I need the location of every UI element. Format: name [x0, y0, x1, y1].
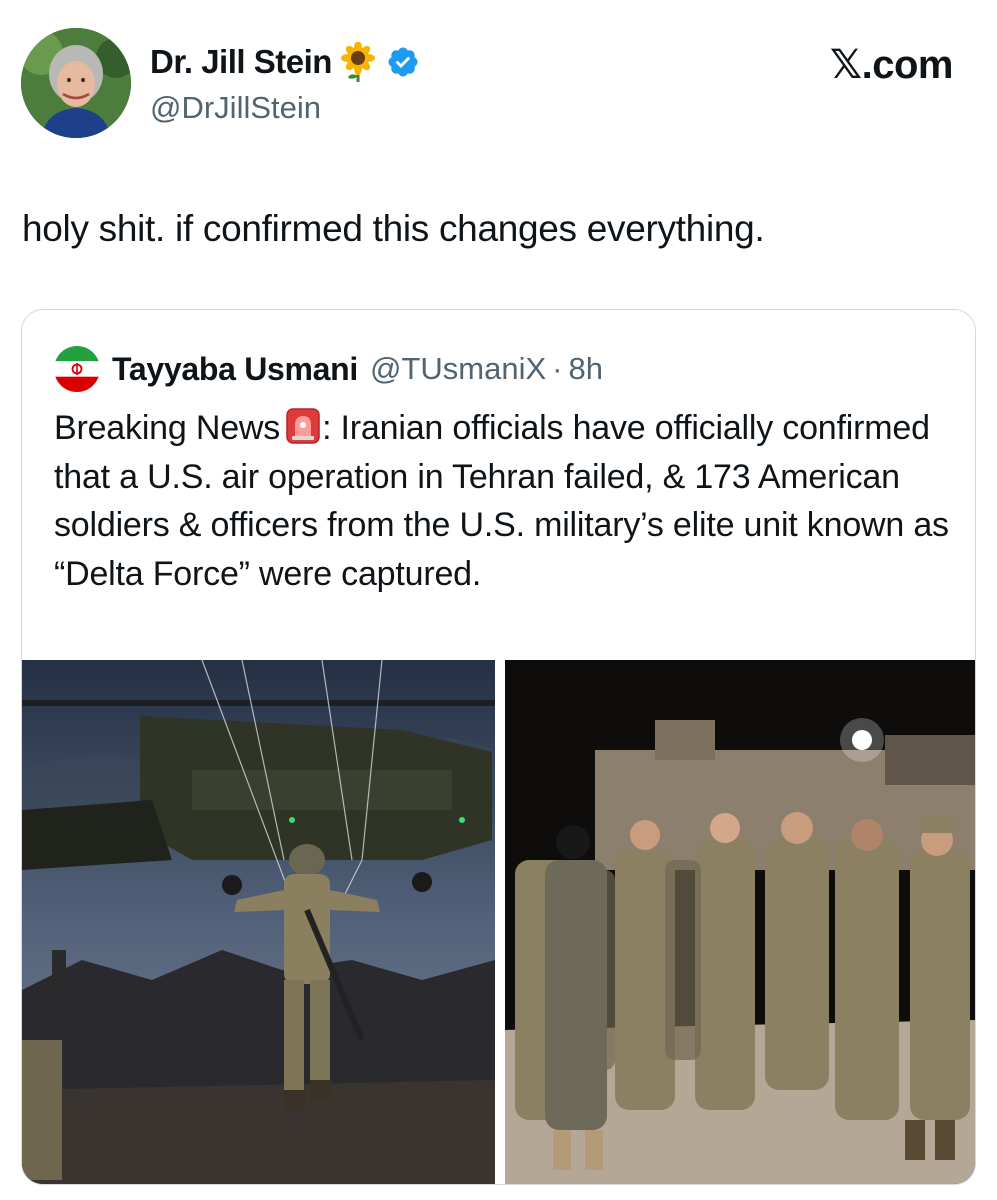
police-siren-emoji-icon: [284, 407, 322, 445]
author-name-row[interactable]: Dr. Jill Stein: [150, 41, 420, 82]
author-avatar[interactable]: [21, 28, 131, 138]
verified-badge-icon[interactable]: [386, 45, 420, 79]
author-handle[interactable]: @DrJillStein: [150, 90, 321, 126]
quoted-post-timestamp[interactable]: 8h: [569, 351, 603, 387]
paratrooper-helicopter-photo[interactable]: [22, 660, 495, 1184]
quoted-post-media: [22, 660, 975, 1184]
x-brand-label: 𝕏.com: [829, 43, 954, 87]
author-display-name[interactable]: Dr. Jill Stein: [150, 43, 332, 81]
quoted-text-lead: Breaking News: [54, 409, 281, 447]
header-separator: ·: [552, 351, 563, 386]
sunflower-emoji-icon: [338, 41, 378, 82]
captured-soldiers-photo[interactable]: [504, 660, 975, 1184]
iran-flag-avatar-icon[interactable]: [54, 346, 100, 392]
quoted-post-text: Breaking News: Iranian officials have of…: [54, 404, 954, 598]
quoted-post-header: Tayyaba Usmani @TUsmaniX · 8h: [54, 346, 603, 392]
quoted-author-handle[interactable]: @TUsmaniX: [370, 351, 546, 387]
post-text: holy shit. if confirmed this changes eve…: [22, 208, 765, 249]
quoted-post-card[interactable]: Tayyaba Usmani @TUsmaniX · 8h Breaking N…: [21, 309, 976, 1185]
quoted-author-name[interactable]: Tayyaba Usmani: [112, 351, 358, 388]
